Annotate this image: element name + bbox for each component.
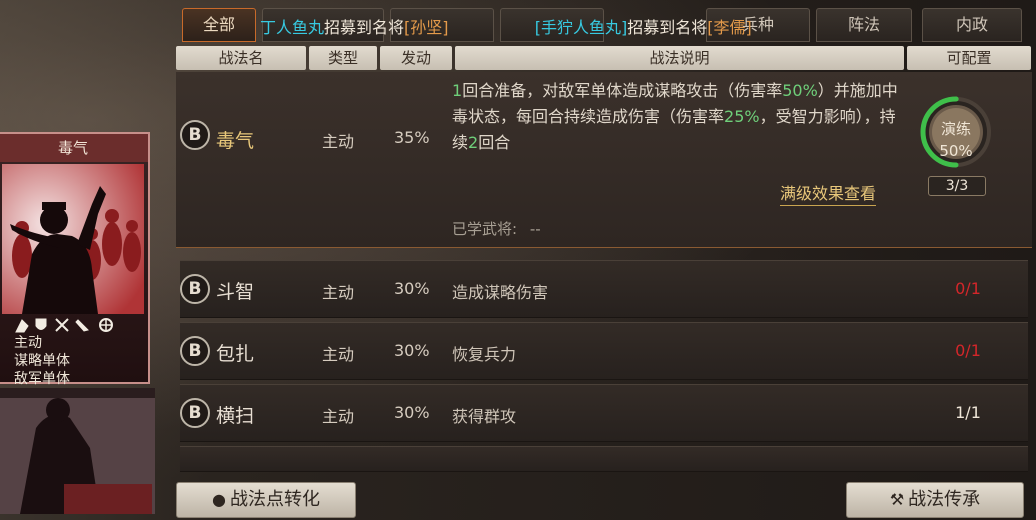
convert-points-button[interactable]: ● 战法点转化: [176, 482, 356, 518]
full-effect-link[interactable]: 满级效果查看: [780, 180, 877, 206]
skill-type: 主动: [322, 132, 355, 151]
skill-row[interactable]: B 包扎 主动 30% 恢复兵力 0/1: [180, 322, 1028, 380]
header-type[interactable]: 类型: [309, 46, 377, 70]
skill-type: 主动: [322, 407, 355, 426]
skill-name: 包扎: [216, 343, 255, 365]
grade-badge: B: [180, 398, 210, 428]
skill-description: 造成谋略伤害: [452, 283, 549, 302]
config-count: 0/1: [955, 279, 981, 298]
practice-ring[interactable]: 演练 50%: [920, 96, 992, 168]
shield-icon: [35, 318, 47, 330]
skill-description: 恢复兵力: [452, 345, 517, 364]
skill-row[interactable]: B 横扫 主动 30% 获得群攻 1/1: [180, 384, 1028, 442]
skill-name: 横扫: [216, 405, 255, 427]
ticker-hero-1: [孙坚]: [404, 18, 449, 37]
hammer-icon: ⚒: [889, 490, 905, 509]
skill-description: 获得群攻: [452, 407, 517, 426]
card-line-kind: 谋略单体: [14, 353, 70, 369]
skill-card: 毒气 主动 谋略单体 敌军单体: [0, 132, 150, 387]
ticker-player-2: [手狞人鱼丸]: [534, 18, 628, 37]
config-count: 0/1: [955, 341, 981, 360]
practice-percent: 50%: [939, 142, 973, 160]
card-line-type: 主动: [14, 335, 42, 351]
tab-formation[interactable]: 阵法: [816, 8, 912, 42]
learned-generals: 已学武将: --: [452, 218, 541, 239]
learned-label: 已学武将:: [452, 220, 518, 238]
grade-badge: B: [180, 336, 210, 366]
desc-part: 2: [468, 133, 479, 152]
skill-rate: 30%: [394, 403, 430, 422]
ticker-text-2: 招募到名将: [627, 18, 708, 37]
skill-row[interactable]: B 斗智 主动 30% 造成谋略伤害 0/1: [180, 260, 1028, 318]
skill-row-partial[interactable]: [180, 446, 1028, 472]
practice-count: 3/3: [928, 176, 986, 196]
skill-type: 主动: [322, 283, 355, 302]
ticker-hero-2: [李儒]: [707, 18, 752, 37]
config-count: 1/1: [955, 403, 981, 422]
recruit-ticker: 丁人鱼丸招募到名将[孙坚] [手狞人鱼丸]招募到名将[李儒]: [260, 14, 820, 42]
grade-badge: B: [180, 120, 210, 150]
header-trigger[interactable]: 发动: [380, 46, 452, 70]
desc-part: 回合准备，对敌军单体造成谋略攻击（伤害率: [462, 81, 783, 100]
header-config[interactable]: 可配置: [907, 46, 1031, 70]
tab-internal-affairs[interactable]: 内政: [922, 8, 1022, 42]
grade-badge: B: [180, 274, 210, 304]
skill-rate: 35%: [394, 128, 430, 147]
table-header: 战法名 类型 发动 战法说明 可配置: [176, 46, 1032, 70]
skill-name: 毒气: [216, 130, 255, 152]
horse-icon: [15, 319, 29, 333]
practice-label: 演练: [940, 120, 971, 138]
spear-icon: [75, 319, 89, 332]
tab-all[interactable]: 全部: [182, 8, 256, 42]
card-artwork: [2, 164, 144, 314]
header-name[interactable]: 战法名: [176, 46, 306, 70]
desc-part: 25%: [724, 107, 760, 126]
skill-row-expanded[interactable]: B 毒气 主动 35% 1回合准备，对敌军单体造成谋略攻击（伤害率50%）并施加…: [176, 72, 1032, 248]
learned-value: --: [529, 220, 541, 238]
skill-description: 1回合准备，对敌军单体造成谋略攻击（伤害率50%）并施加中毒状态，每回合持续造成…: [452, 78, 902, 156]
skill-rate: 30%: [394, 279, 430, 298]
desc-part: 1: [452, 81, 463, 100]
header-description: 战法说明: [455, 46, 904, 70]
skill-type: 主动: [322, 345, 355, 364]
skill-rate: 30%: [394, 341, 430, 360]
ticker-text-1: 招募到名将: [324, 18, 405, 37]
skill-name: 斗智: [216, 281, 255, 303]
card-title: 毒气: [0, 134, 148, 162]
inherit-skill-button[interactable]: ⚒ 战法传承: [846, 482, 1024, 518]
background-figure: [0, 388, 155, 514]
convert-icon: ●: [212, 490, 226, 509]
crossed-swords-icon: [55, 318, 69, 332]
skill-list: B 毒气 主动 35% 1回合准备，对敌军单体造成谋略攻击（伤害率50%）并施加…: [176, 72, 1032, 472]
ticker-player-1: 丁人鱼丸: [260, 18, 325, 37]
desc-part: 50%: [782, 81, 818, 100]
card-line-target: 敌军单体: [14, 371, 70, 387]
desc-part: 回合: [478, 133, 511, 152]
